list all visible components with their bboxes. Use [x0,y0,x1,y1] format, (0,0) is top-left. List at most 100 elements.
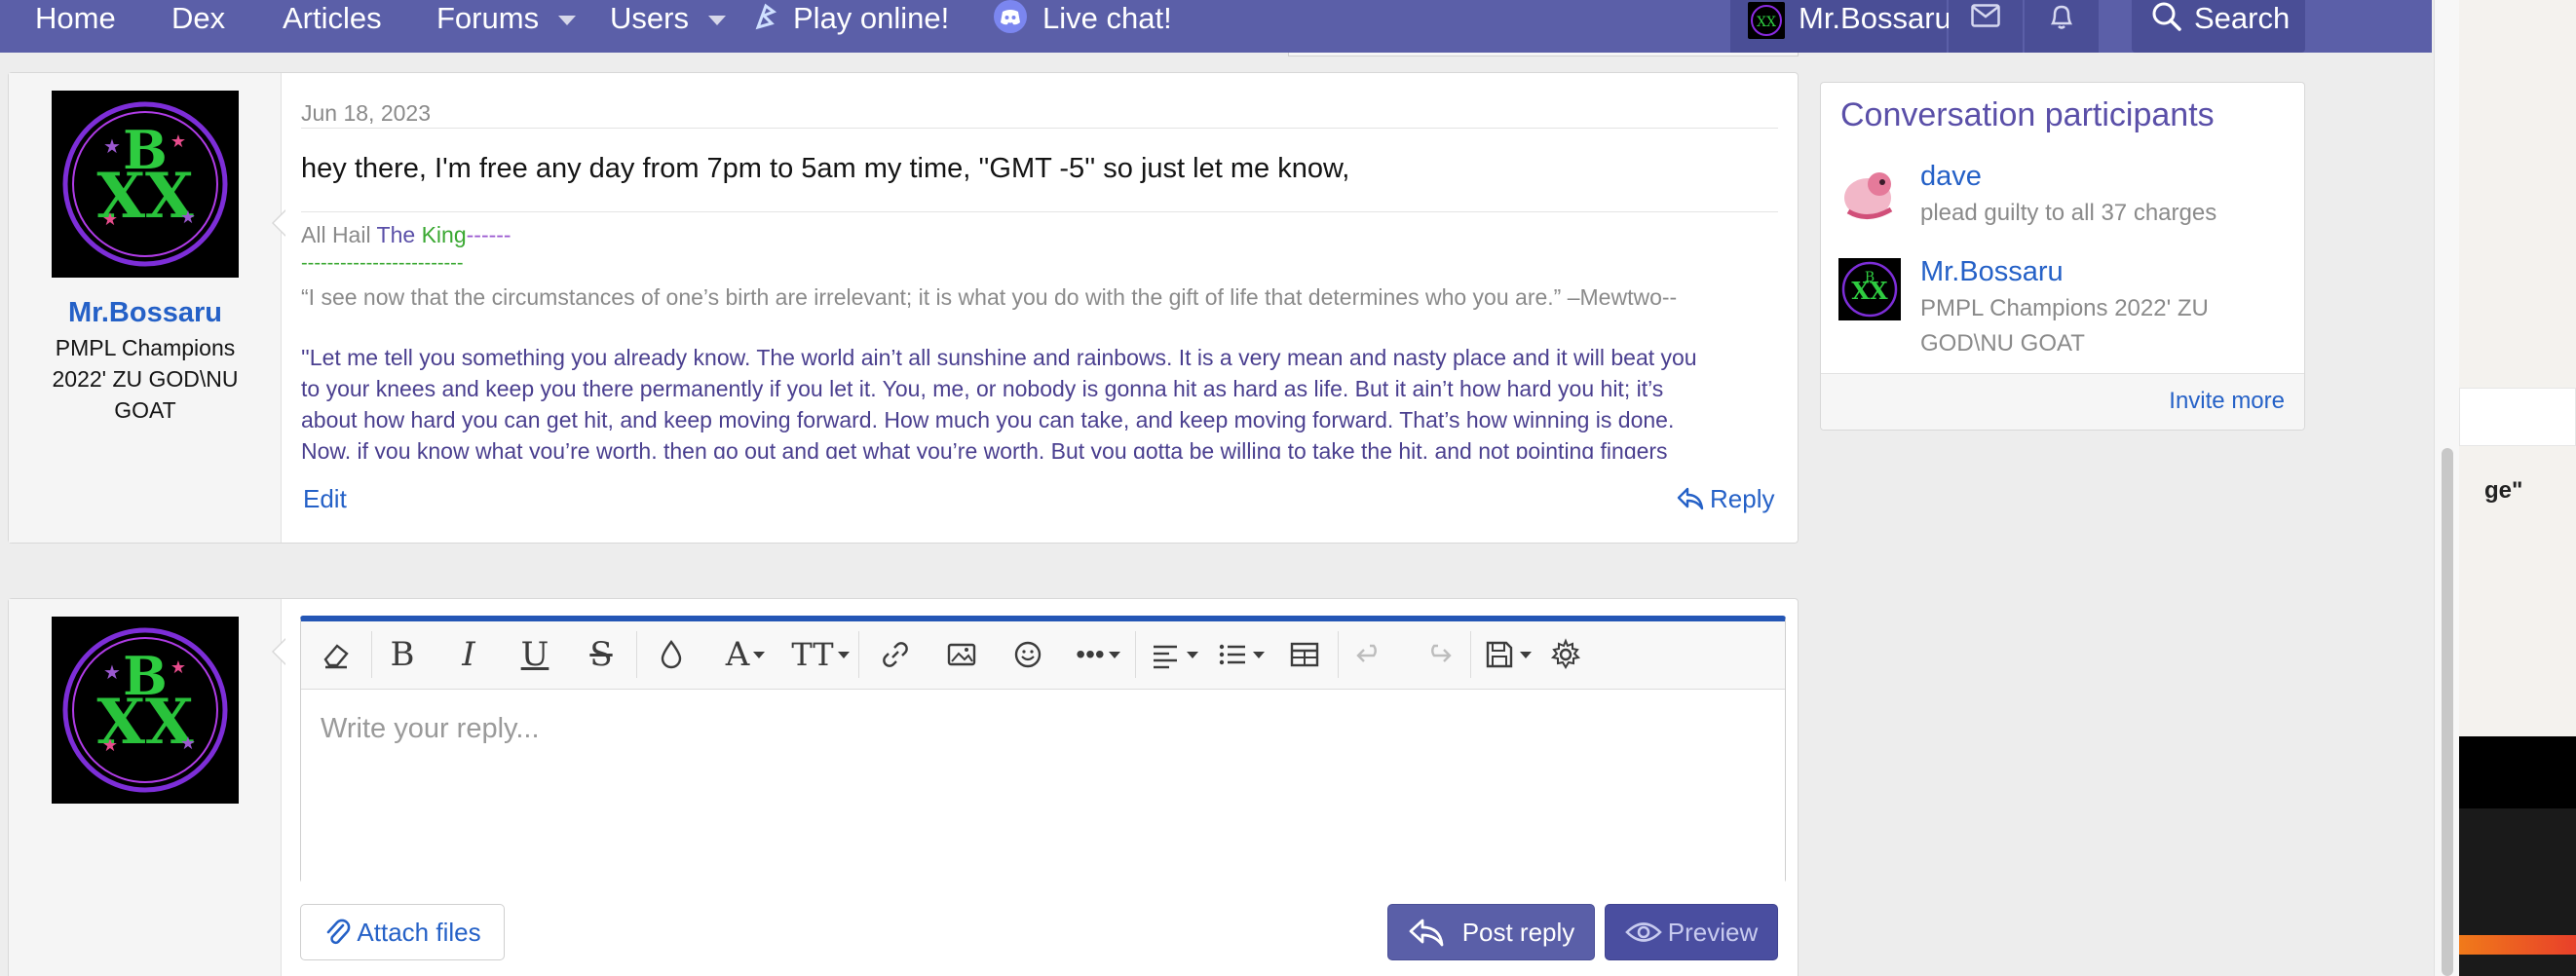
bold-button[interactable]: B [381,633,424,676]
account-name: Mr.Bossaru [1799,1,1951,35]
reply-link[interactable]: Reply [1677,484,1774,514]
undo-button[interactable] [1349,633,1392,676]
signature-quote-rocky: ''Let me tell you something you already … [301,342,1774,459]
clear-formatting-button[interactable] [315,633,358,676]
nav-live-chat[interactable]: Live chat! [994,0,1172,37]
participant-name[interactable]: dave [1920,161,1982,193]
chevron-down-icon [753,651,766,658]
editor-settings-button[interactable] [1544,633,1587,676]
sig-all-hail: All Hail [301,222,377,247]
page-controls-remnant [1288,53,1799,56]
reply-textarea[interactable] [301,690,1785,882]
svg-text:XX: XX [1757,15,1776,30]
reply-label: Reply [1710,484,1775,513]
toolbar-separator [1338,631,1339,678]
chevron-down-icon[interactable] [558,15,577,25]
preview-button[interactable]: Preview [1605,904,1778,960]
toolbar-separator [1470,631,1471,678]
message-card: B XX ★ ★ ★ ★ Mr.Bossaru PMPL Champions 2… [8,72,1799,544]
italic-button[interactable]: I [447,633,490,676]
strikethrough-icon: S [589,635,613,674]
toolbar-separator [371,631,372,678]
insert-table-button[interactable] [1283,633,1326,676]
background-dark-panel [2459,736,2576,976]
background-text: ge" [2484,477,2523,504]
svg-text:★: ★ [103,662,121,684]
sig-dashes: ------ [466,222,511,247]
sig-quote-line: about how hard you can get hit, and keep… [301,407,1675,432]
scrollbar-thumb[interactable] [2442,448,2453,976]
redo-button[interactable] [1416,633,1458,676]
avatar[interactable] [1838,165,1901,227]
nav-dex[interactable]: Dex [171,0,225,37]
toolbar-separator [636,631,637,678]
svg-text:★: ★ [103,136,121,158]
edit-link[interactable]: Edit [303,484,347,514]
undo-icon [1356,644,1377,662]
nav-articles[interactable]: Articles [283,0,382,37]
divider [301,211,1778,212]
font-family-button[interactable]: A [716,633,775,676]
attach-files-label: Attach files [357,917,481,947]
font-size-button[interactable]: TT [788,633,852,676]
alerts-button[interactable] [2025,0,2099,53]
message-arrow [272,209,286,237]
svg-text:B: B [1865,270,1875,285]
discord-icon [994,0,1027,33]
search-button[interactable]: Search [2132,0,2305,53]
avatar[interactable]: B XX ★ ★ ★ ★ [52,617,239,804]
editor-toolbar: B I U S A TT ••• [301,621,1785,690]
drafts-button[interactable] [1478,633,1536,676]
nav-home[interactable]: Home [35,0,116,37]
attach-files-button[interactable]: Attach files [300,904,505,960]
chevron-down-icon[interactable] [707,15,726,25]
insert-image-button[interactable] [940,633,983,676]
underline-button[interactable]: U [513,633,556,676]
account-menu[interactable]: XX Mr.Bossaru [1730,0,1951,53]
font-icon: A [725,635,750,674]
list-icon [1219,644,1245,665]
droplet-icon [661,639,682,669]
insert-link-button[interactable] [874,633,917,676]
participants-block: Conversation participants dave plead gui… [1820,82,2305,431]
more-options-button[interactable]: ••• [1069,633,1127,676]
message-username[interactable]: Mr.Bossaru [9,297,282,329]
underline-icon: U [520,635,549,674]
participant-row: dave plead guilty to all 37 charges [1838,161,2287,239]
avatar[interactable]: XX B [1838,258,1901,320]
list-button[interactable] [1211,633,1269,676]
participant-title: plead guilty to all 37 charges [1920,200,2217,226]
nav-users[interactable]: Users [610,0,726,37]
background-accent [2459,935,2576,955]
divider [301,128,1778,129]
top-navigation: Home Dex Articles Forums Users Play onli… [0,0,2432,53]
italic-icon: I [462,635,475,674]
inbox-button[interactable] [1949,0,2023,53]
image-icon [947,643,976,666]
participant-name[interactable]: Mr.Bossaru [1920,256,2064,288]
avatar[interactable]: B XX ★ ★ ★ ★ [52,91,239,278]
nav-forums[interactable]: Forums [436,0,577,37]
chevron-down-icon [1108,651,1120,658]
align-left-icon [1154,645,1177,669]
strikethrough-button[interactable]: S [580,633,623,676]
message-date[interactable]: Jun 18, 2023 [301,100,431,127]
signature-fade [301,502,1778,521]
redo-icon [1431,644,1452,662]
signature-dashes: ------------------------- [301,252,464,274]
chevron-down-icon [1187,651,1198,658]
nav-live-chat-label: Live chat! [1042,1,1172,35]
search-label: Search [2194,1,2291,35]
sig-king: King [421,222,467,247]
align-button[interactable] [1145,633,1203,676]
nav-play-online[interactable]: Play online! [752,0,949,37]
invite-more-link[interactable]: Invite more [2169,388,2285,415]
background-strip [2459,736,2576,808]
nav-forums-label: Forums [436,1,540,35]
gear-icon [1550,638,1581,669]
insert-smilie-button[interactable] [1006,633,1049,676]
message-user-title: PMPL Champions 2022' ZU GOD\NU GOAT [52,335,239,423]
text-color-button[interactable] [650,633,693,676]
font-size-icon: TT [791,636,834,673]
post-reply-button[interactable]: Post reply [1387,904,1595,960]
